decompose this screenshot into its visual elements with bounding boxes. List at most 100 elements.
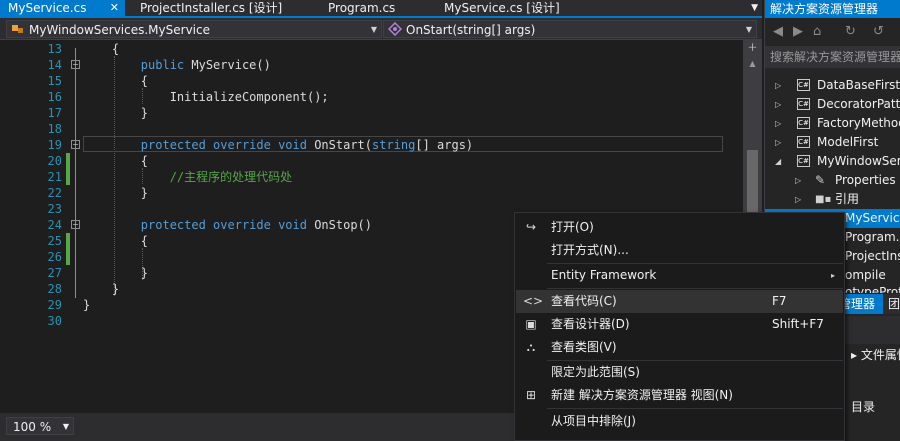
menu-item-open-with[interactable]: 打开方式(N)... [516, 239, 843, 262]
expand-icon[interactable]: ▷ [775, 76, 781, 95]
forward-icon[interactable]: ▶ [793, 24, 803, 39]
line-number-gutter: 13 14 15 16 17 18 19 20 21 22 23 24 25 2… [0, 40, 66, 413]
tab-myservice-design[interactable]: MyService.cs [设计] [436, 0, 596, 16]
navigation-bar: MyWindowServices.MyService ▼ OnStart(str… [0, 18, 762, 40]
change-indicator [66, 153, 70, 185]
csharp-project-icon: C# [797, 155, 810, 167]
menu-item-new-explorer-view[interactable]: ⊞ 新建 解决方案资源管理器 视图(N) [516, 384, 843, 407]
tree-item-decoratorpattern[interactable]: ▷ C# DecoratorPatte [765, 95, 900, 114]
references-icon: ■▪ [815, 194, 832, 205]
class-combo[interactable]: MyWindowServices.MyService ▼ [6, 20, 382, 38]
member-combo[interactable]: OnStart(string[] args) ▼ [383, 20, 757, 38]
tab-label: ProjectInstaller.cs [设计] [140, 1, 283, 15]
file-properties-label: ▸ 文件属性 [851, 348, 900, 362]
tree-item-modelfirst[interactable]: ▷ C# ModelFirst [765, 133, 900, 152]
chevron-down-icon: ▼ [370, 25, 377, 34]
expand-icon[interactable]: ▷ [775, 95, 781, 114]
menu-separator [547, 408, 843, 409]
sync-icon[interactable]: ↻ [845, 24, 856, 39]
code-line: } [83, 298, 91, 312]
line-number: 13 [47, 42, 62, 56]
solution-explorer-toolbar: ◀ ▶ ⌂ ↻ ↺ [765, 20, 900, 44]
tab-label: MyService.cs [设计] [444, 1, 560, 15]
chevron-down-icon: ▼ [745, 25, 752, 34]
tab-overflow-chevron-icon[interactable]: ▼ [751, 0, 758, 16]
collapse-icon[interactable]: − [71, 220, 80, 229]
scroll-up-icon[interactable]: ▲ [743, 59, 762, 68]
code-line: { [83, 42, 120, 56]
menu-item-view-class-diagram[interactable]: ⛬ 查看类图(V) [516, 336, 843, 359]
csharp-project-icon: C# [797, 98, 810, 110]
open-icon: ↪ [525, 220, 537, 234]
menu-item-exclude-from-project[interactable]: 从项目中排除(J) [516, 410, 843, 433]
line-number: 15 [47, 74, 62, 88]
document-tab-bar: MyService.cs ✕ ProjectInstaller.cs [设计] … [0, 0, 762, 18]
close-icon[interactable]: ✕ [110, 0, 119, 16]
csharp-project-icon: C# [797, 117, 810, 129]
pin-icon: ▸ [851, 348, 858, 362]
line-number: 19 [47, 138, 62, 152]
tab-program-cs[interactable]: Program.cs [320, 0, 430, 16]
line-number: 30 [47, 314, 62, 328]
tree-item-references[interactable]: ▷ ■▪ 引用 [765, 190, 900, 209]
expand-icon[interactable]: ▷ [775, 114, 781, 133]
collapse-icon[interactable]: − [71, 140, 80, 149]
collapse-icon[interactable]: − [71, 60, 80, 69]
back-icon[interactable]: ◀ [773, 24, 783, 39]
menu-item-open[interactable]: ↪ 打开(O) [516, 216, 843, 239]
zoom-combo[interactable]: 100 % ▼ [6, 417, 74, 435]
tab-label: Program.cs [328, 1, 396, 15]
line-number: 25 [47, 234, 62, 248]
class-icon [11, 22, 25, 37]
tree-item-properties[interactable]: ▷ ✎ Properties [765, 171, 900, 190]
tab-myservice-cs[interactable]: MyService.cs ✕ [0, 0, 125, 16]
line-number: 20 [47, 154, 62, 168]
csharp-project-icon: C# [797, 79, 810, 91]
menu-item-entity-framework[interactable]: Entity Framework ▸ [516, 264, 843, 287]
line-number: 23 [47, 202, 62, 216]
tab-team[interactable]: 团 [885, 294, 900, 314]
code-line: protected override void OnStart(string[]… [83, 138, 474, 152]
new-view-icon: ⊞ [525, 388, 537, 402]
solution-explorer-title: 解决方案资源管理器 [765, 0, 900, 18]
line-number: 14 [47, 58, 62, 72]
menu-item-view-code[interactable]: <> 查看代码(C) F7 [516, 290, 843, 313]
expand-icon[interactable]: ▷ [795, 190, 801, 209]
class-diagram-icon: ⛬ [526, 340, 536, 354]
zoom-label: 100 % [13, 420, 52, 434]
tree-item-mywindowservices[interactable]: ◢ C# MyWindowSer [765, 152, 900, 171]
solution-search-input[interactable]: 搜索解决方案资源管理器 [765, 46, 900, 68]
split-icon[interactable]: ＋ [743, 40, 762, 57]
context-menu: ↪ 打开(O) 打开方式(N)... Entity Framework ▸ <>… [514, 212, 845, 441]
expand-icon[interactable]: ▷ [775, 133, 781, 152]
collapse-icon[interactable]: ◢ [775, 152, 781, 171]
tab-projectinstaller-design[interactable]: ProjectInstaller.cs [设计] [132, 0, 302, 16]
line-number: 27 [47, 266, 62, 280]
refresh-icon[interactable]: ↺ [873, 24, 884, 39]
method-icon [387, 21, 403, 37]
directory-label: 目录 [851, 400, 876, 414]
code-line: protected override void OnStop() [83, 218, 372, 232]
line-number: 24 [47, 218, 62, 232]
expand-icon[interactable]: ▷ [795, 171, 801, 190]
line-number: 18 [47, 122, 62, 136]
code-line: { [83, 74, 149, 88]
code-line: InitializeComponent(); [83, 90, 329, 104]
code-line: } [83, 266, 149, 280]
class-combo-label: MyWindowServices.MyService [29, 23, 210, 37]
menu-item-scope-to-this[interactable]: 限定为此范围(S) [516, 361, 843, 384]
line-number: 21 [47, 170, 62, 184]
submenu-arrow-icon: ▸ [830, 271, 835, 280]
line-number: 26 [47, 250, 62, 264]
tree-item-databasefirst[interactable]: ▷ C# DataBaseFirst [765, 76, 900, 95]
line-number: 28 [47, 282, 62, 296]
code-line: } [83, 106, 149, 120]
tree-item-factorymethod[interactable]: ▷ C# FactoryMethod [765, 114, 900, 133]
menu-separator [547, 288, 843, 289]
member-combo-label: OnStart(string[] args) [406, 23, 536, 37]
code-line: public MyService() [83, 58, 271, 72]
line-number: 22 [47, 186, 62, 200]
wrench-icon: ✎ [815, 173, 826, 187]
home-icon[interactable]: ⌂ [813, 24, 821, 39]
menu-item-view-designer[interactable]: ▣ 查看设计器(D) Shift+F7 [516, 313, 843, 336]
